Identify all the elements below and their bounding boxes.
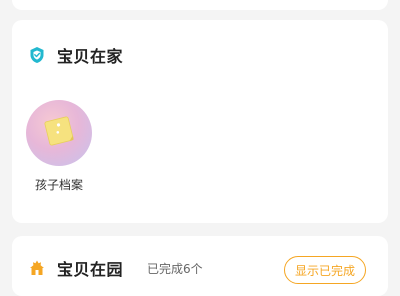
shield-icon [28, 46, 46, 64]
home-section-header: 宝贝在家 [28, 43, 123, 67]
school-section-header: 宝贝在园 已完成6个 [28, 256, 203, 280]
house-icon [28, 259, 46, 277]
home-section-title: 宝贝在家 [57, 47, 124, 66]
top-card [12, 0, 388, 10]
child-profile-label: 孩子档案 [34, 178, 83, 192]
home-section-card: 宝贝在家 孩子档案 [12, 20, 388, 223]
completed-count: 已完成6个 [147, 261, 203, 276]
note-icon [39, 111, 79, 155]
school-section-title: 宝贝在园 [57, 260, 124, 279]
school-section-card: 宝贝在园 已完成6个 显示已完成 [12, 236, 388, 296]
child-profile-avatar [26, 100, 92, 166]
child-profile-tile[interactable]: 孩子档案 [26, 100, 92, 193]
